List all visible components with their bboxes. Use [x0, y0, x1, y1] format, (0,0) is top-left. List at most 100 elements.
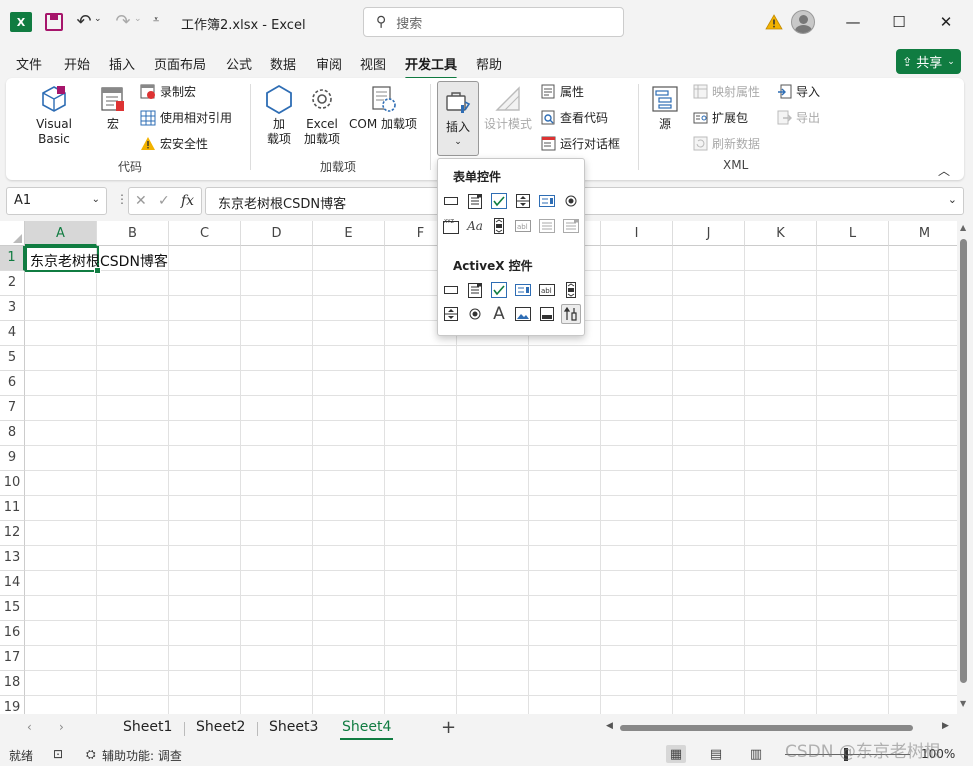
customize-toolbar-icon[interactable]: ⩡ — [153, 13, 159, 27]
select-all-corner[interactable] — [0, 221, 25, 246]
save-icon[interactable] — [45, 13, 63, 31]
column-header-i[interactable]: I — [601, 221, 673, 246]
macro-recording-icon[interactable]: ⊡ — [53, 747, 63, 761]
accessibility-icon[interactable]: ⛭ — [86, 747, 96, 762]
user-avatar[interactable] — [791, 10, 815, 34]
properties-button[interactable]: 属性 — [541, 83, 584, 100]
activex-scroll-bar-icon[interactable] — [561, 280, 581, 300]
activex-combo-box-icon[interactable] — [465, 280, 485, 300]
maximize-icon[interactable]: ☐ — [884, 10, 914, 34]
activex-toggle-button-icon[interactable] — [537, 304, 557, 324]
insert-function-icon[interactable]: fx — [181, 193, 194, 209]
map-properties-button[interactable]: 映射属性 — [693, 83, 760, 100]
normal-view-icon[interactable]: ▦ — [666, 745, 686, 763]
form-text-field-icon[interactable]: abl — [513, 216, 533, 236]
tab-data[interactable]: 数据 — [270, 54, 296, 73]
redo-dropdown-icon[interactable]: ⌄ — [134, 14, 142, 24]
tab-file[interactable]: 文件 — [16, 54, 42, 73]
form-spin-button-icon[interactable] — [513, 191, 533, 211]
formula-bar-handle-icon[interactable]: ⋮ — [116, 192, 128, 206]
scroll-left-icon[interactable]: ◀ — [606, 721, 613, 731]
tab-home[interactable]: 开始 — [64, 54, 90, 73]
collapse-ribbon-icon[interactable]: ︿ — [938, 162, 950, 179]
column-header-e[interactable]: E — [313, 221, 385, 246]
activex-text-box-icon[interactable]: abl — [537, 280, 557, 300]
row-header-11[interactable]: 11 — [0, 496, 25, 521]
view-code-button[interactable]: 查看代码 — [541, 109, 608, 126]
undo-icon[interactable]: ↶ — [74, 10, 94, 32]
row-header-10[interactable]: 10 — [0, 471, 25, 496]
row-header-18[interactable]: 18 — [0, 671, 25, 696]
row-header-3[interactable]: 3 — [0, 296, 25, 321]
warning-icon[interactable] — [764, 13, 784, 31]
form-group-box-icon[interactable]: XYZ — [441, 216, 461, 236]
share-dropdown-icon[interactable]: ⌄ — [947, 57, 955, 67]
row-header-17[interactable]: 17 — [0, 646, 25, 671]
close-icon[interactable]: ✕ — [931, 10, 961, 34]
row-header-4[interactable]: 4 — [0, 321, 25, 346]
cancel-formula-icon[interactable]: ✕ — [135, 193, 147, 209]
vertical-scroll-thumb[interactable] — [960, 239, 967, 683]
form-option-button-icon[interactable] — [561, 191, 581, 211]
column-header-d[interactable]: D — [241, 221, 313, 246]
activex-spin-button-icon[interactable] — [441, 304, 461, 324]
visual-basic-button[interactable]: Visual Basic — [19, 83, 89, 147]
sheet-tab-sheet1[interactable]: Sheet1 — [123, 719, 172, 735]
tab-help[interactable]: 帮助 — [476, 54, 502, 73]
activex-command-button-icon[interactable] — [441, 280, 461, 300]
name-box[interactable]: A1 ⌄ — [6, 187, 107, 215]
name-box-dropdown-icon[interactable]: ⌄ — [92, 194, 100, 205]
tab-review[interactable]: 审阅 — [316, 54, 342, 73]
prev-sheet-icon[interactable]: ‹ — [27, 720, 32, 734]
column-header-c[interactable]: C — [169, 221, 241, 246]
expansion-packs-button[interactable]: 扩展包 — [693, 109, 748, 126]
form-label-icon[interactable]: Aa — [465, 216, 485, 236]
form-combo-list-edit-icon[interactable] — [537, 216, 557, 236]
search-input[interactable]: ⚲ 搜索 — [363, 7, 624, 37]
page-layout-view-icon[interactable]: ▤ — [706, 745, 726, 763]
row-header-14[interactable]: 14 — [0, 571, 25, 596]
row-header-8[interactable]: 8 — [0, 421, 25, 446]
excel-addins-button[interactable]: Excel 加载项 — [302, 83, 342, 147]
row-header-1[interactable]: 1 — [0, 246, 25, 271]
add-sheet-icon[interactable]: + — [441, 717, 456, 738]
com-addins-button[interactable]: COM 加载项 — [346, 83, 420, 132]
enter-formula-icon[interactable]: ✓ — [158, 193, 170, 209]
row-header-15[interactable]: 15 — [0, 596, 25, 621]
xml-import-button[interactable]: 导入 — [777, 83, 820, 100]
undo-dropdown-icon[interactable]: ⌄ — [94, 14, 102, 24]
row-header-5[interactable]: 5 — [0, 346, 25, 371]
row-header-16[interactable]: 16 — [0, 621, 25, 646]
record-macro-button[interactable]: 录制宏 — [140, 83, 196, 100]
form-scroll-bar-icon[interactable] — [489, 216, 509, 236]
activex-check-box-icon[interactable] — [489, 280, 509, 300]
run-dialog-button[interactable]: 运行对话框 — [541, 135, 620, 152]
form-combo-box-icon[interactable] — [465, 191, 485, 211]
sheet-tab-sheet2[interactable]: Sheet2 — [196, 719, 245, 735]
activex-more-controls-icon[interactable] — [561, 304, 581, 324]
activex-list-box-icon[interactable] — [513, 280, 533, 300]
activex-image-icon[interactable] — [513, 304, 533, 324]
tab-developer[interactable]: 开发工具 — [405, 54, 458, 80]
tab-page-layout[interactable]: 页面布局 — [154, 54, 206, 73]
form-combo-dropdown-edit-icon[interactable] — [561, 216, 581, 236]
scroll-down-icon[interactable]: ▼ — [960, 699, 966, 708]
relative-references-button[interactable]: 使用相对引用 — [140, 109, 232, 126]
next-sheet-icon[interactable]: › — [59, 720, 64, 734]
accessibility-status[interactable]: 辅助功能: 调查 — [102, 747, 182, 764]
tab-view[interactable]: 视图 — [360, 54, 386, 73]
minimize-icon[interactable]: — — [838, 10, 868, 34]
row-header-12[interactable]: 12 — [0, 521, 25, 546]
vertical-scrollbar[interactable]: ▲ ▼ — [957, 221, 973, 714]
page-break-view-icon[interactable]: ▥ — [746, 745, 766, 763]
row-header-13[interactable]: 13 — [0, 546, 25, 571]
form-check-box-icon[interactable] — [489, 191, 509, 211]
xml-export-button[interactable]: 导出 — [777, 109, 820, 126]
xml-source-button[interactable]: 源 — [648, 83, 682, 132]
column-header-b[interactable]: B — [97, 221, 169, 246]
insert-controls-content[interactable]: 插入 ⌄ — [440, 86, 476, 150]
horizontal-scroll-thumb[interactable] — [620, 725, 913, 731]
horizontal-scrollbar[interactable]: ◀ ▶ — [606, 721, 954, 735]
row-header-7[interactable]: 7 — [0, 396, 25, 421]
activex-label-icon[interactable]: A — [489, 304, 509, 324]
